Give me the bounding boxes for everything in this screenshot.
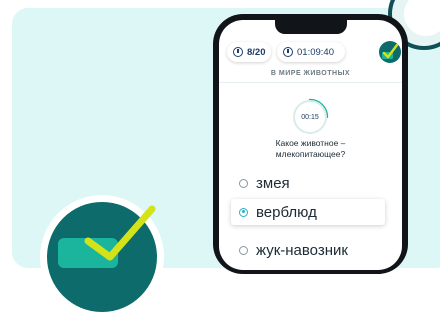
question-circle-icon bbox=[233, 47, 243, 57]
quiz-category: В МИРЕ ЖИВОТНЫХ bbox=[270, 70, 351, 77]
phone-notch bbox=[275, 20, 347, 34]
quiz-status-bar: 8/20 01:09:40 bbox=[227, 41, 401, 64]
radio-button-selected[interactable] bbox=[239, 207, 248, 217]
answer-option[interactable]: змея bbox=[231, 170, 385, 196]
answer-option[interactable]: жук-навозник bbox=[231, 237, 385, 263]
countdown-timer: 00:15 bbox=[293, 100, 327, 134]
countdown-text: 00:15 bbox=[301, 113, 319, 121]
clock-icon bbox=[283, 47, 293, 57]
question-line-1: Какое животное – bbox=[275, 138, 346, 148]
answer-label: жук-навозник bbox=[256, 241, 348, 259]
total-timer-text: 01:09:40 bbox=[297, 46, 334, 58]
radio-button[interactable] bbox=[239, 178, 248, 188]
question-line-2: млекопитающее? bbox=[275, 149, 346, 159]
phone-screen: 8/20 01:09:40 В МИРЕ ЖИВОТНЫХ 00:15 Како… bbox=[219, 20, 402, 270]
total-timer-pill: 01:09:40 bbox=[277, 42, 345, 62]
question-progress-pill: 8/20 bbox=[227, 42, 271, 62]
answer-label: верблюд bbox=[256, 203, 317, 221]
answer-option-selected[interactable]: верблюд bbox=[231, 199, 385, 225]
checkmark-logo-icon bbox=[379, 41, 401, 63]
radio-button[interactable] bbox=[239, 245, 248, 255]
question-text: Какое животное – млекопитающее? bbox=[239, 138, 382, 160]
checkmark-icon bbox=[84, 205, 156, 261]
divider bbox=[219, 82, 402, 83]
question-progress-text: 8/20 bbox=[247, 46, 266, 58]
answer-label: змея bbox=[256, 174, 290, 192]
